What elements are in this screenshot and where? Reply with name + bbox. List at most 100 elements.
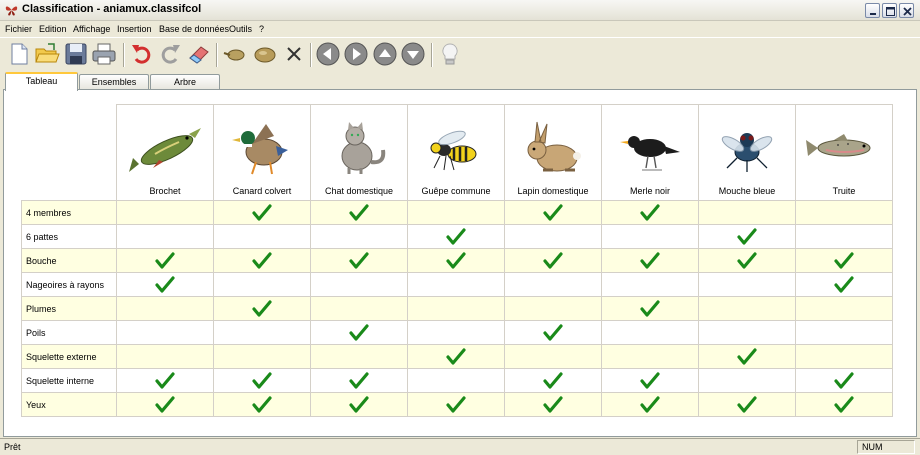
table-cell[interactable] [310, 248, 408, 273]
table-cell[interactable] [407, 200, 505, 225]
table-cell[interactable] [795, 392, 893, 417]
table-cell[interactable] [698, 224, 796, 249]
table-cell[interactable] [504, 344, 602, 369]
table-cell[interactable] [116, 272, 214, 297]
menu-insertion[interactable]: Insertion [117, 24, 152, 34]
table-cell[interactable] [407, 224, 505, 249]
table-cell[interactable] [504, 272, 602, 297]
table-cell[interactable] [504, 248, 602, 273]
table-cell[interactable] [795, 200, 893, 225]
table-cell[interactable] [601, 296, 699, 321]
table-cell[interactable] [504, 392, 602, 417]
table-cell[interactable] [601, 320, 699, 345]
table-cell[interactable] [601, 200, 699, 225]
table-cell[interactable] [698, 368, 796, 393]
add-group-icon[interactable] [252, 41, 278, 67]
table-cell[interactable] [504, 320, 602, 345]
criterion-label[interactable]: Bouche [21, 248, 117, 273]
animal-column-header[interactable]: Guêpe commune [407, 104, 505, 201]
table-cell[interactable] [213, 272, 311, 297]
redo-icon[interactable] [157, 41, 183, 67]
arrow-up-icon[interactable] [372, 41, 398, 67]
table-cell[interactable] [213, 200, 311, 225]
table-cell[interactable] [116, 296, 214, 321]
animal-column-header[interactable]: Truite [795, 104, 893, 201]
table-cell[interactable] [116, 368, 214, 393]
menu-fichier[interactable]: Fichier [5, 24, 32, 34]
table-cell[interactable] [116, 320, 214, 345]
table-cell[interactable] [601, 392, 699, 417]
table-cell[interactable] [504, 224, 602, 249]
criterion-label[interactable]: Plumes [21, 296, 117, 321]
tab-arbre[interactable]: Arbre [150, 74, 220, 90]
table-cell[interactable] [213, 392, 311, 417]
menu-edition[interactable]: Edition [39, 24, 67, 34]
table-cell[interactable] [504, 368, 602, 393]
table-cell[interactable] [407, 368, 505, 393]
table-cell[interactable] [504, 296, 602, 321]
table-cell[interactable] [407, 344, 505, 369]
table-cell[interactable] [213, 224, 311, 249]
table-cell[interactable] [407, 320, 505, 345]
save-icon[interactable] [63, 41, 89, 67]
table-cell[interactable] [310, 344, 408, 369]
delete-icon[interactable] [281, 41, 307, 67]
table-cell[interactable] [698, 272, 796, 297]
table-cell[interactable] [116, 224, 214, 249]
animal-column-header[interactable]: Brochet [116, 104, 214, 201]
table-cell[interactable] [601, 368, 699, 393]
table-cell[interactable] [698, 248, 796, 273]
table-cell[interactable] [116, 248, 214, 273]
table-cell[interactable] [795, 224, 893, 249]
maximize-button[interactable] [882, 3, 897, 18]
open-folder-icon[interactable] [34, 41, 60, 67]
table-cell[interactable] [601, 224, 699, 249]
new-document-icon[interactable] [6, 41, 32, 67]
menu-affichage[interactable]: Affichage [73, 24, 110, 34]
tab-tableau[interactable]: Tableau [5, 72, 78, 91]
table-cell[interactable] [795, 296, 893, 321]
criterion-label[interactable]: Nageoires à rayons [21, 272, 117, 297]
table-cell[interactable] [310, 368, 408, 393]
table-cell[interactable] [795, 320, 893, 345]
table-cell[interactable] [310, 200, 408, 225]
lightbulb-icon[interactable] [437, 41, 463, 67]
table-cell[interactable] [310, 224, 408, 249]
table-cell[interactable] [310, 392, 408, 417]
undo-icon[interactable] [129, 41, 155, 67]
table-cell[interactable] [407, 296, 505, 321]
table-cell[interactable] [310, 320, 408, 345]
criterion-label[interactable]: Poils [21, 320, 117, 345]
table-cell[interactable] [116, 200, 214, 225]
table-cell[interactable] [213, 368, 311, 393]
table-cell[interactable] [310, 296, 408, 321]
arrow-right-icon[interactable] [343, 41, 369, 67]
eraser-icon[interactable] [186, 41, 212, 67]
table-cell[interactable] [795, 344, 893, 369]
animal-column-header[interactable]: Canard colvert [213, 104, 311, 201]
animal-column-header[interactable]: Mouche bleue [698, 104, 796, 201]
arrow-left-icon[interactable] [315, 41, 341, 67]
table-cell[interactable] [795, 272, 893, 297]
table-cell[interactable] [698, 392, 796, 417]
menu-base-donnees[interactable]: Base de données [159, 24, 229, 34]
menu-help[interactable]: ? [259, 24, 264, 34]
table-cell[interactable] [407, 392, 505, 417]
print-icon[interactable] [91, 41, 117, 67]
menu-outils[interactable]: Outils [229, 24, 252, 34]
table-cell[interactable] [213, 320, 311, 345]
arrow-down-icon[interactable] [400, 41, 426, 67]
table-cell[interactable] [698, 320, 796, 345]
table-cell[interactable] [698, 200, 796, 225]
criterion-label[interactable]: 6 pattes [21, 224, 117, 249]
animal-column-header[interactable]: Lapin domestique [504, 104, 602, 201]
criterion-label[interactable]: Squelette interne [21, 368, 117, 393]
table-cell[interactable] [601, 344, 699, 369]
table-cell[interactable] [795, 368, 893, 393]
table-cell[interactable] [310, 272, 408, 297]
table-cell[interactable] [116, 392, 214, 417]
table-cell[interactable] [407, 272, 505, 297]
table-cell[interactable] [213, 248, 311, 273]
table-cell[interactable] [504, 200, 602, 225]
minimize-button[interactable] [865, 3, 880, 18]
